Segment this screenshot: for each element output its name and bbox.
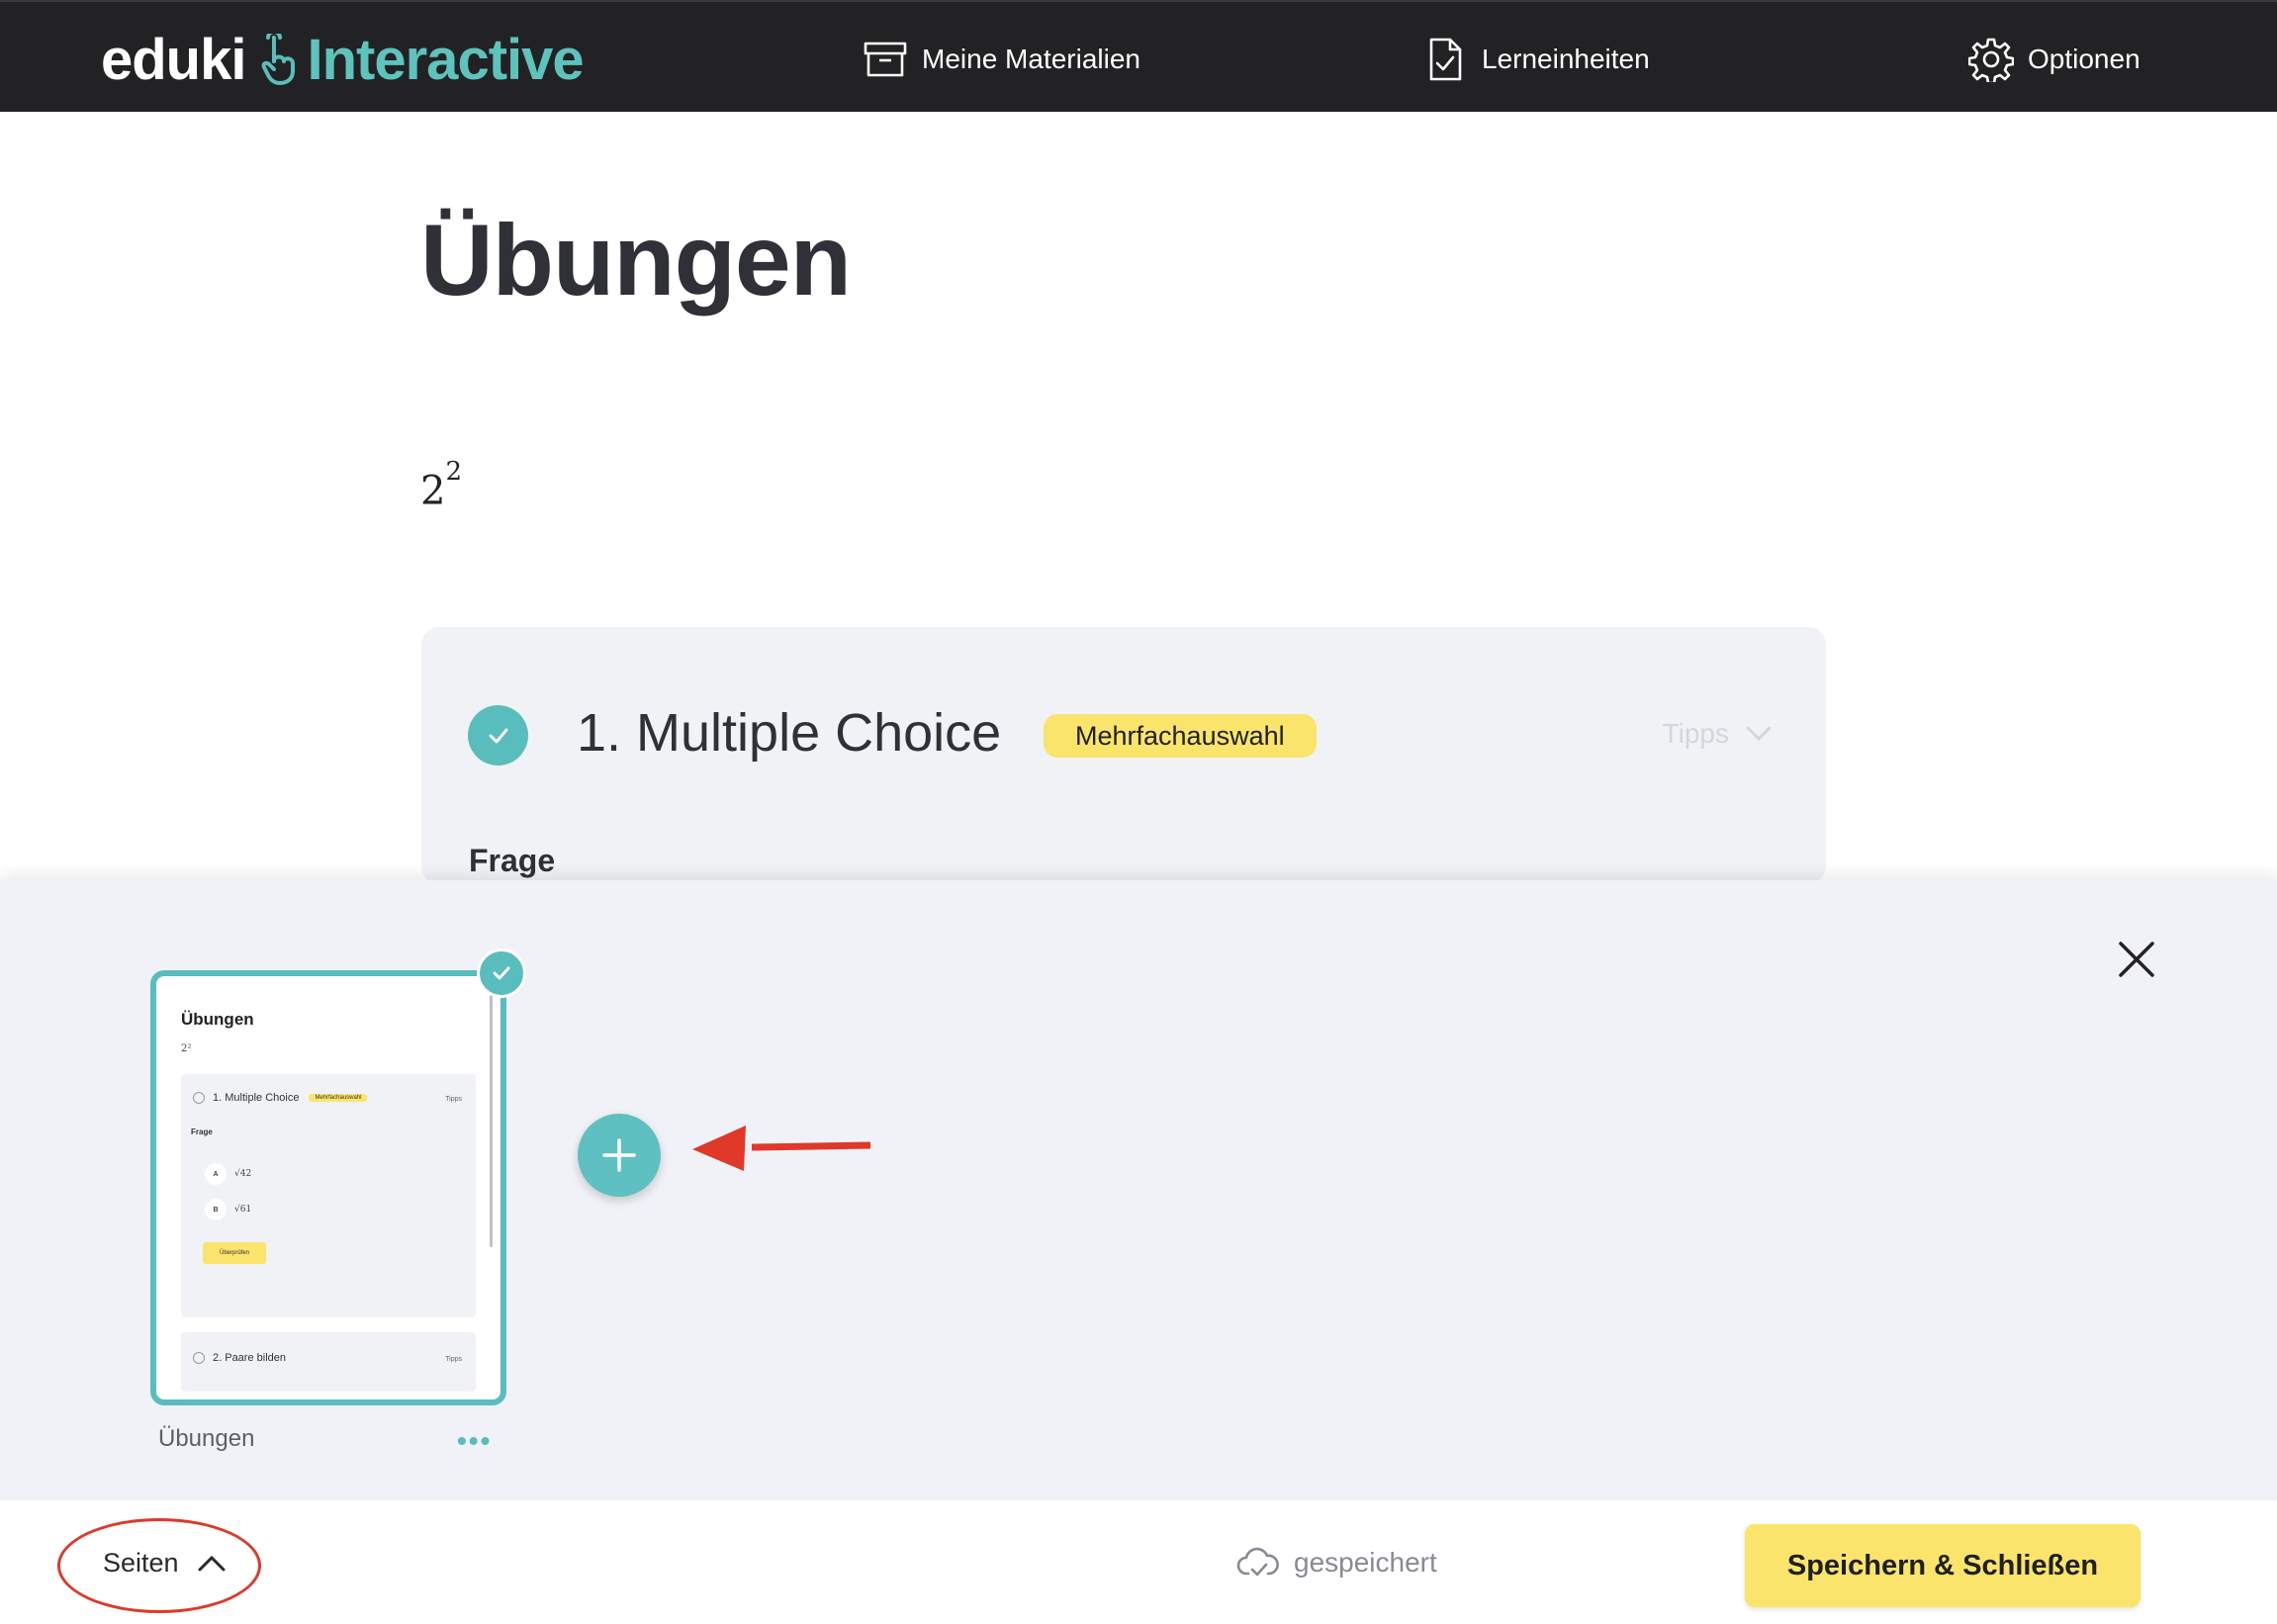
exercise-title[interactable]: 1. Multiple Choice: [577, 702, 1001, 764]
page-more-options-button[interactable]: •••: [457, 1425, 492, 1457]
thumbnail-check-icon-2: [193, 1352, 205, 1364]
thumbnail-option-a: A √42: [205, 1163, 251, 1185]
top-navigation: eduki Interactive Meine Materialien Lern…: [0, 0, 2277, 112]
plus-icon: [602, 1138, 636, 1172]
thumbnail-exercise-title: 1. Multiple Choice: [213, 1092, 300, 1104]
thumbnail-option-a-letter: A: [205, 1163, 227, 1185]
nav-learning-units[interactable]: Lerneinheiten: [1422, 36, 1650, 83]
gear-icon: [1968, 38, 2014, 82]
logo-text-interactive: Interactive: [307, 27, 585, 92]
thumbnail-question: Frage: [191, 1128, 213, 1136]
thumbnail-option-b-letter: B: [205, 1199, 227, 1220]
archive-box-icon: [864, 42, 907, 77]
cloud-check-icon: [1236, 1547, 1279, 1577]
chevron-up-icon: [198, 1555, 226, 1571]
eduki-interactive-logo[interactable]: eduki Interactive: [101, 28, 585, 92]
thumbnail-tips-2: Tipps: [445, 1356, 462, 1363]
exercise-type-badge: Mehrfachauswahl: [1044, 714, 1317, 758]
question-label: Frage: [469, 843, 556, 878]
thumbnail-formula: 2²: [181, 1043, 192, 1054]
document-check-icon: [1429, 38, 1462, 81]
logo-text-eduki: eduki: [101, 27, 246, 92]
thumbnail-title: Übungen: [181, 1010, 254, 1029]
exercise-complete-check-icon: [468, 705, 528, 766]
thumbnail-option-a-value: √42: [234, 1169, 252, 1179]
pages-panel: Übungen 2² 1. Multiple Choice Mehrfachau…: [0, 880, 2277, 1500]
page-name-label: Übungen: [158, 1425, 255, 1452]
thumbnail-exercise-card-2: 2. Paare bilden Tipps: [181, 1332, 476, 1392]
chevron-down-icon: [1746, 726, 1772, 742]
save-status-label: gespeichert: [1294, 1547, 1437, 1578]
thumbnail-exercise-2-header: 2. Paare bilden: [193, 1352, 286, 1364]
tips-label: Tipps: [1662, 718, 1729, 749]
thumbnail-badge: Mehrfachauswahl: [309, 1094, 368, 1102]
thumbnail-exercise-header: 1. Multiple Choice Mehrfachauswahl: [193, 1092, 368, 1104]
thumbnail-exercise-card: 1. Multiple Choice Mehrfachauswahl Tipps…: [181, 1074, 476, 1317]
thumbnail-option-b: B √61: [205, 1199, 251, 1220]
page-thumbnail[interactable]: Übungen 2² 1. Multiple Choice Mehrfachau…: [150, 948, 526, 1494]
close-icon[interactable]: [2117, 940, 2156, 979]
footer-bar: Seiten gespeichert Speichern & Schließen: [0, 1500, 2277, 1624]
page-thumbnail-frame[interactable]: Übungen 2² 1. Multiple Choice Mehrfachau…: [150, 970, 506, 1405]
thumbnail-option-b-value: √61: [234, 1205, 252, 1215]
pages-toggle-button[interactable]: Seiten: [103, 1548, 227, 1579]
exercise-card: 1. Multiple Choice Mehrfachauswahl Tipps…: [421, 627, 1826, 884]
nav-learning-units-label: Lerneinheiten: [1482, 44, 1650, 74]
save-status: gespeichert: [1236, 1546, 1437, 1579]
thumbnail-exercise-2-title: 2. Paare bilden: [213, 1352, 286, 1364]
thumbnail-tips: Tipps: [445, 1096, 462, 1103]
tips-toggle[interactable]: Tipps: [1663, 718, 1773, 750]
formula-base: 2: [420, 468, 446, 514]
selected-page-check-icon: [477, 948, 526, 998]
page-title[interactable]: Übungen: [420, 203, 852, 318]
save-and-close-button[interactable]: Speichern & Schließen: [1745, 1524, 2140, 1607]
nav-my-materials[interactable]: Meine Materialien: [863, 36, 1140, 83]
formula-exponent: 2: [445, 457, 462, 487]
thumbnail-check-icon: [193, 1092, 205, 1104]
nav-my-materials-label: Meine Materialien: [922, 44, 1140, 74]
thumbnail-check-button: Überprüfen: [203, 1242, 266, 1264]
annotation-arrow-icon: [692, 1126, 870, 1171]
pages-toggle-label: Seiten: [103, 1548, 179, 1578]
add-page-button[interactable]: [578, 1114, 661, 1197]
thumbnail-scrollbar: [490, 990, 493, 1247]
nav-options[interactable]: Optionen: [1968, 36, 2140, 83]
pointing-hand-icon: [261, 34, 295, 85]
nav-options-label: Optionen: [2028, 44, 2140, 74]
formula-text[interactable]: 22: [420, 457, 462, 514]
